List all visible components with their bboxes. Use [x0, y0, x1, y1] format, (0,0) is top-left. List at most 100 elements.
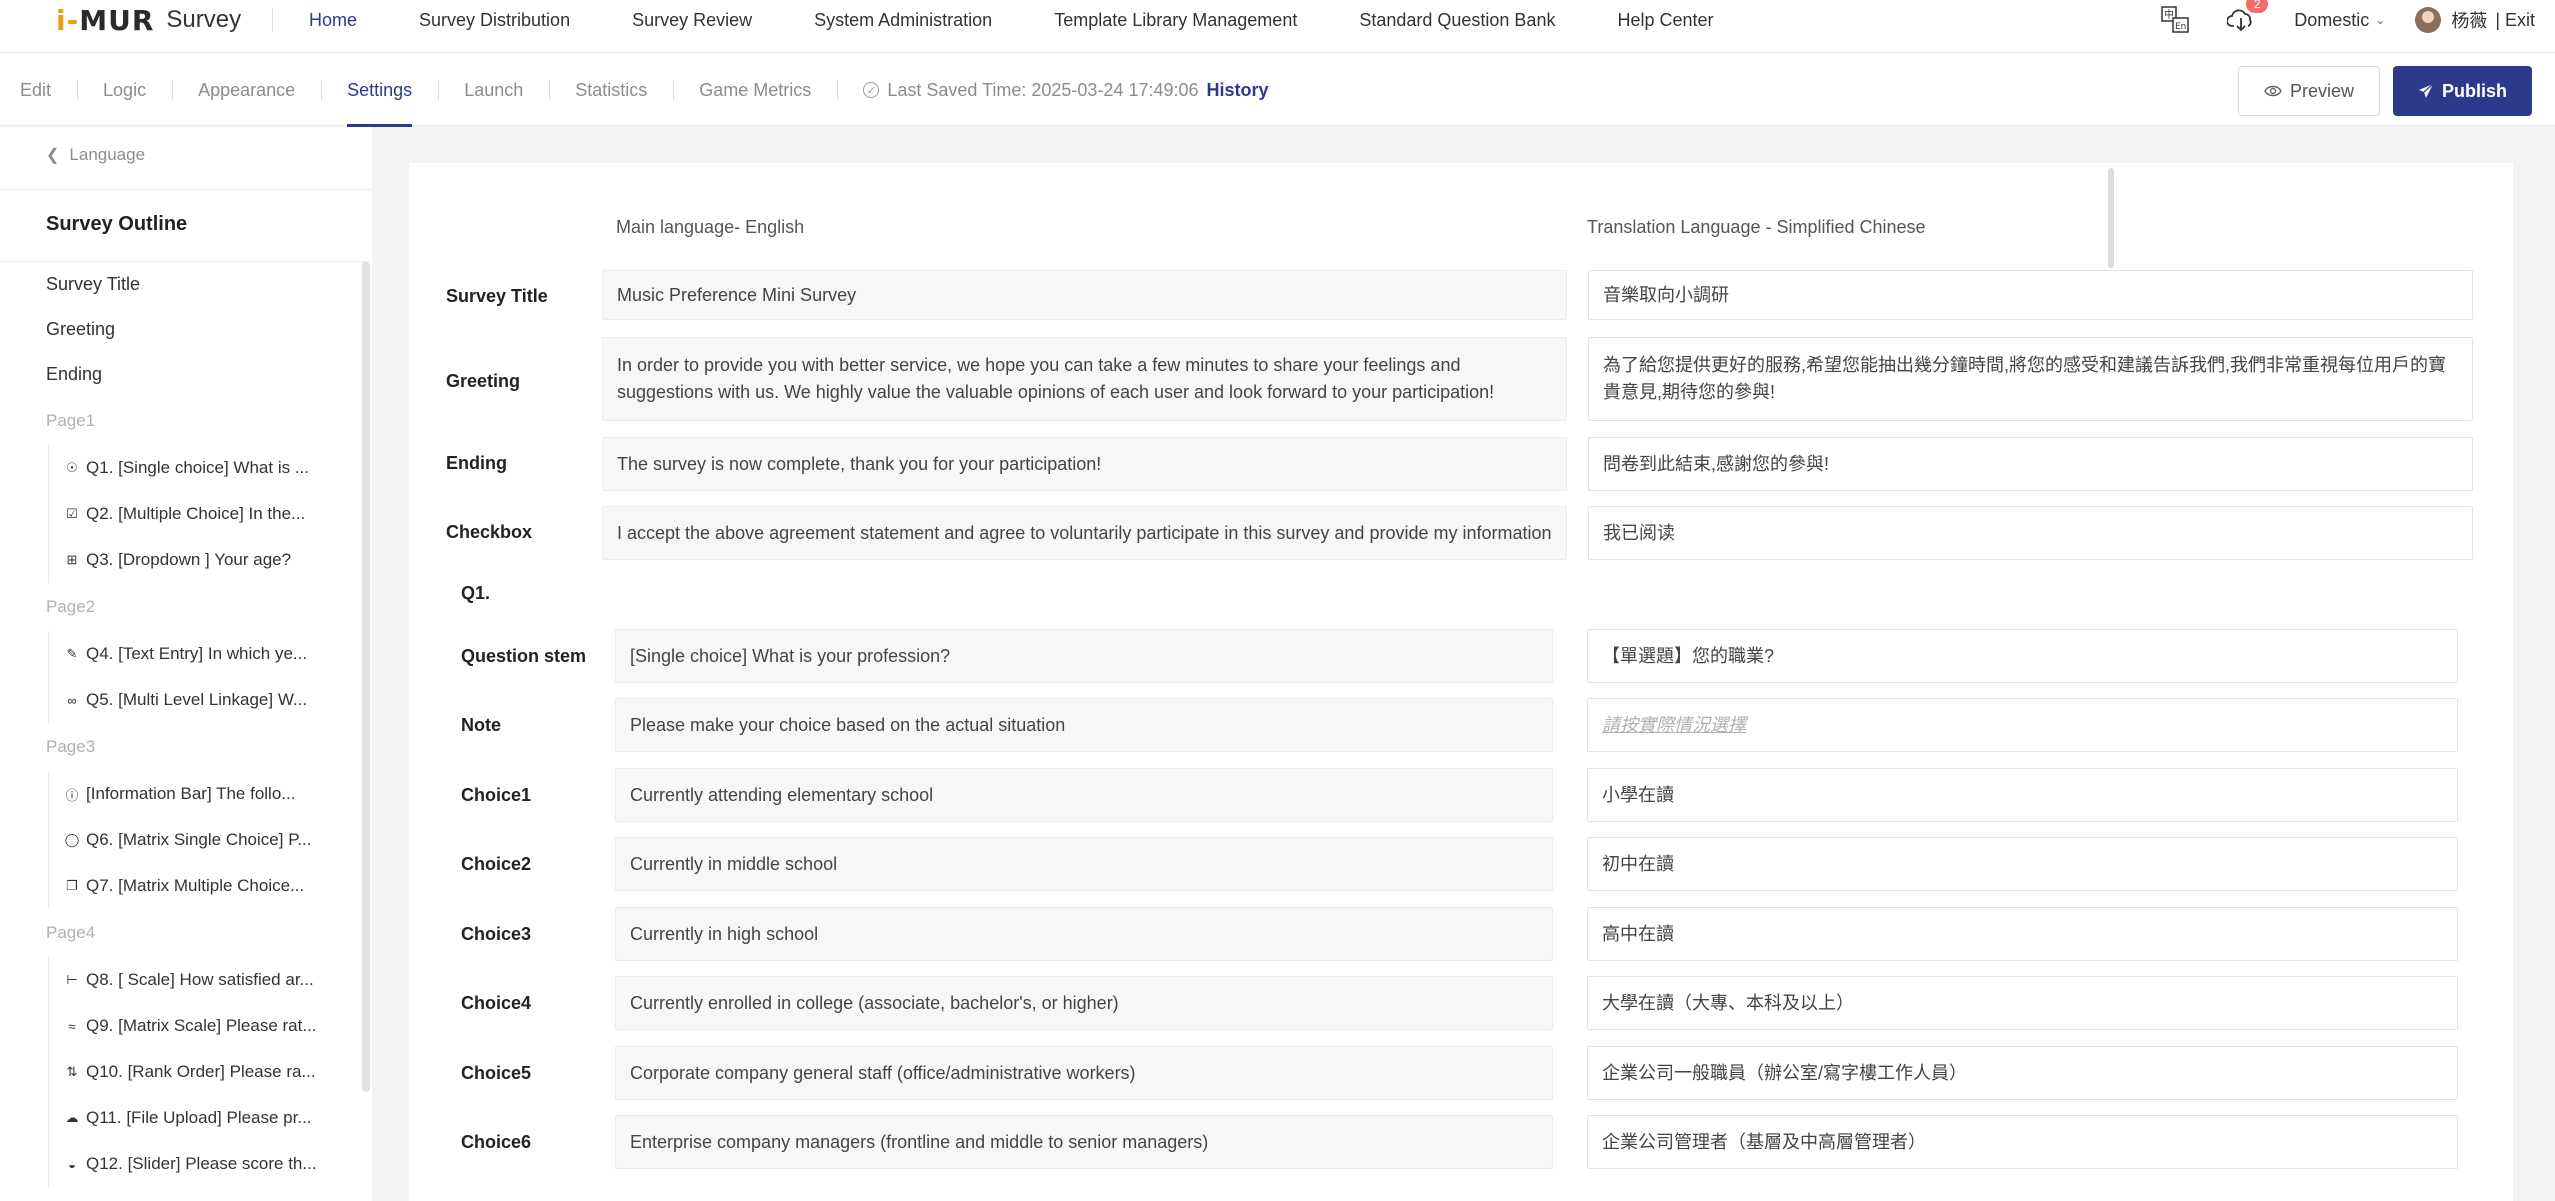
nav-standard-question-bank[interactable]: Standard Question Bank: [1328, 10, 1586, 31]
tab-launch[interactable]: Launch: [438, 53, 549, 127]
translation-input[interactable]: 【單選題】您的職業?: [1587, 629, 2458, 683]
svg-text:En: En: [2175, 22, 2186, 32]
matrix-multiple-icon: ❐: [66, 878, 78, 893]
tab-logic[interactable]: Logic: [77, 53, 172, 127]
pencil-icon: ✎: [66, 646, 78, 661]
row-label: Greeting: [446, 371, 521, 391]
tab-edit[interactable]: Edit: [0, 53, 77, 127]
top-right-tools: 中 En 2 Domestic ⌄ 杨薇 | Exit: [2142, 0, 2535, 40]
outline-list: Survey Title Greeting Ending Page1 ☉ Q1. …: [0, 262, 360, 1187]
translation-input[interactable]: 企業公司一般職員（辦公室/寫字樓工作人員）: [1587, 1046, 2458, 1100]
translation-input[interactable]: 為了給您提供更好的服務,希望您能抽出幾分鐘時間,將您的感受和建議告訴我們,我們非…: [1588, 337, 2473, 421]
row-label: Choice2: [461, 854, 532, 874]
tab-game-metrics[interactable]: Game Metrics: [673, 53, 837, 127]
row-label: Choice4: [461, 993, 532, 1013]
outline-question-label: Q1. [Single choice] What is ...: [86, 458, 309, 477]
info-icon: ⓘ: [65, 787, 79, 803]
tab-settings[interactable]: Settings: [321, 53, 438, 127]
app-logo[interactable]: i-MUR Survey: [56, 2, 241, 38]
tab-statistics[interactable]: Statistics: [549, 53, 673, 127]
translation-language-heading: Translation Language - Simplified Chines…: [1587, 217, 1926, 237]
logo-mark: i-MUR: [56, 3, 155, 37]
outline-question[interactable]: ☉ Q1. [Single choice] What is ...: [0, 445, 360, 491]
outline-question-label: Q4. [Text Entry] In which ye...: [86, 644, 308, 663]
question-heading: Q1.: [461, 583, 491, 603]
row-label: Question stem: [461, 646, 587, 666]
main-text-field: Currently enrolled in college (associate…: [615, 976, 1553, 1030]
logo-text: Survey: [166, 6, 242, 33]
translation-input[interactable]: 小學在讀: [1587, 768, 2458, 822]
translation-input[interactable]: 初中在讀: [1587, 837, 2458, 891]
row-label: Survey Title: [446, 286, 548, 306]
main-text-field: Currently in high school: [615, 907, 1553, 961]
translation-input[interactable]: 企業公司管理者（基層及中高層管理者）: [1587, 1115, 2458, 1169]
outline-title: Survey Outline: [46, 213, 188, 235]
nav-template-library-management[interactable]: Template Library Management: [1023, 10, 1328, 31]
translation-input[interactable]: 問卷到此結束,感謝您的參與!: [1588, 437, 2473, 491]
history-link[interactable]: History: [1207, 80, 1269, 101]
main-text-field: The survey is now complete, thank you fo…: [602, 437, 1567, 491]
outline-question[interactable]: ✎ Q4. [Text Entry] In which ye...: [0, 631, 360, 677]
outline-question[interactable]: ⊞ Q3. [Dropdown ] Your age?: [0, 537, 360, 583]
sidebar-scrollbar[interactable]: [362, 262, 370, 1092]
cloud-download-icon[interactable]: 2: [2226, 0, 2269, 35]
outline-page-label: Page4: [46, 923, 96, 942]
main-scrollbar[interactable]: [2108, 168, 2114, 268]
translation-input[interactable]: 音樂取向小調研: [1588, 270, 2473, 320]
nav-survey-review[interactable]: Survey Review: [601, 10, 783, 31]
outline-question[interactable]: ≈ Q9. [Matrix Scale] Please rat...: [0, 1003, 360, 1049]
back-to-language[interactable]: ❮ Language: [46, 145, 145, 165]
main-text-field: Enterprise company managers (frontline a…: [615, 1115, 1553, 1169]
outline-question[interactable]: ◯ Q6. [Matrix Single Choice] P...: [0, 817, 360, 863]
tab-appearance[interactable]: Appearance: [172, 53, 321, 127]
outline-question[interactable]: ⊢ Q8. [ Scale] How satisfied ar...: [0, 957, 360, 1003]
dropdown-icon: ⊞: [66, 552, 78, 567]
nav-divider: [272, 8, 273, 32]
translation-input[interactable]: 請按實際情況選擇: [1587, 698, 2458, 752]
publish-label: Publish: [2441, 80, 2507, 101]
row-label: Choice1: [461, 785, 532, 805]
row-label: Ending: [446, 453, 507, 473]
outline-question[interactable]: ☁ Q11. [File Upload] Please pr...: [0, 1095, 360, 1141]
matrix-single-icon: ◯: [64, 832, 80, 847]
main-text-field: Please make your choice based on the act…: [615, 698, 1553, 752]
slider-icon: ◒: [68, 1156, 76, 1172]
main-text-field: [Single choice] What is your profession?: [615, 629, 1553, 683]
outline-question[interactable]: ◒ Q12. [Slider] Please score th...: [0, 1141, 360, 1187]
outline-question[interactable]: ❐ Q7. [Matrix Multiple Choice...: [0, 863, 360, 909]
outline-question[interactable]: ⇅ Q10. [Rank Order] Please ra...: [0, 1049, 360, 1095]
outline-question[interactable]: ⓘ [Information Bar] The follo...: [0, 771, 360, 817]
outline-page-label: Page2: [46, 597, 96, 616]
outline-question-label: Q6. [Matrix Single Choice] P...: [86, 830, 312, 849]
nav-system-administration[interactable]: System Administration: [783, 10, 1023, 31]
nav-survey-distribution[interactable]: Survey Distribution: [388, 10, 601, 31]
region-select[interactable]: Domestic ⌄: [2294, 10, 2385, 31]
outline-item-survey-title[interactable]: Survey Title: [0, 262, 360, 307]
outline-item-greeting[interactable]: Greeting: [0, 307, 360, 352]
exit-link[interactable]: | Exit: [2495, 10, 2535, 31]
chevron-down-icon: ⌄: [2375, 13, 2386, 27]
outline-question-label: Q2. [Multiple Choice] In the...: [86, 504, 306, 523]
translate-icon[interactable]: 中 En: [2160, 5, 2190, 35]
nav-help-center[interactable]: Help Center: [1586, 10, 1744, 31]
rank-icon: ⇅: [66, 1064, 78, 1079]
divider: [0, 189, 372, 190]
publish-button[interactable]: Publish: [2393, 66, 2532, 116]
outline-item-ending[interactable]: Ending: [0, 352, 360, 397]
main-text-field: I accept the above agreement statement a…: [602, 506, 1567, 560]
check-circle-icon: ✓: [863, 82, 880, 98]
preview-button[interactable]: Preview: [2238, 66, 2380, 116]
last-saved-status: ✓ Last Saved Time: 2025-03-24 17:49:06 H…: [837, 79, 1269, 101]
translation-panel: Main language- English Translation Langu…: [409, 163, 2513, 1201]
nav-home[interactable]: Home: [278, 10, 388, 31]
editor-tabs: Edit Logic Appearance Settings Launch St…: [0, 53, 1269, 127]
translation-input[interactable]: 高中在讀: [1587, 907, 2458, 961]
outline-question[interactable]: ☑ Q2. [Multiple Choice] In the...: [0, 491, 360, 537]
outline-question[interactable]: ∞ Q5. [Multi Level Linkage] W...: [0, 677, 360, 723]
row-label: Choice5: [461, 1063, 532, 1083]
user-menu[interactable]: 杨薇 | Exit: [2415, 7, 2535, 33]
translation-input[interactable]: 我已阅读: [1588, 506, 2473, 560]
preview-label: Preview: [2289, 80, 2355, 101]
scale-icon: ⊢: [66, 972, 78, 987]
translation-input[interactable]: 大學在讀（大專、本科及以上）: [1587, 976, 2458, 1030]
